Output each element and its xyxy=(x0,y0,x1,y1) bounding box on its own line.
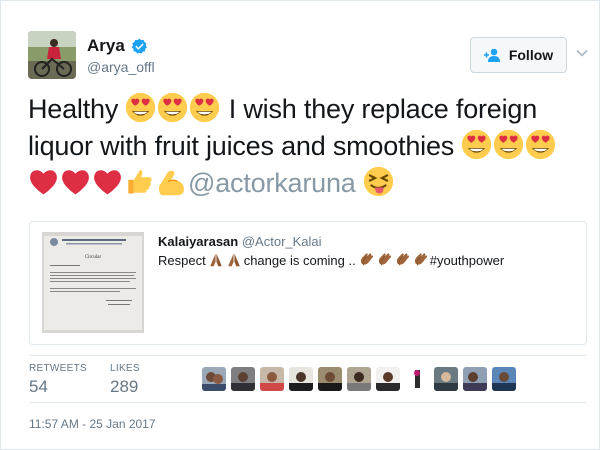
heart-eyes-emoji-icon xyxy=(157,92,188,123)
quoted-text-prefix: Respect xyxy=(158,252,206,268)
thumbs-up-emoji-icon xyxy=(124,166,155,197)
tweet-line2-text: liquor with fruit juices and smoothies xyxy=(28,131,455,161)
liker-avatar[interactable] xyxy=(260,367,284,391)
chevron-down-icon[interactable] xyxy=(576,47,588,59)
tweet-card: Arya @arya_offl Follow Healthy I wish th… xyxy=(0,0,600,450)
quoted-tweet-image[interactable]: Circular xyxy=(42,232,144,333)
liker-avatar[interactable] xyxy=(463,367,487,391)
liker-avatar[interactable] xyxy=(347,367,371,391)
tongue-wink-emoji-icon xyxy=(363,166,394,197)
liker-avatars xyxy=(202,367,516,391)
heart-eyes-emoji-icon xyxy=(461,129,492,160)
liker-avatar[interactable] xyxy=(289,367,313,391)
clapping-hands-emoji-icon xyxy=(412,252,428,268)
retweets-count: 54 xyxy=(29,377,48,396)
likes-stat[interactable]: LIKES 289 xyxy=(110,363,140,397)
folded-hands-emoji-icon xyxy=(226,252,242,268)
clapping-hands-emoji-icon xyxy=(394,252,410,268)
follow-button-label: Follow xyxy=(508,47,554,63)
tweet-word-healthy: Healthy xyxy=(28,94,119,124)
heart-eyes-emoji-icon xyxy=(525,129,556,160)
likes-label: LIKES xyxy=(110,363,140,374)
divider xyxy=(29,402,587,403)
liker-avatar[interactable] xyxy=(405,367,429,391)
flexed-biceps-emoji-icon xyxy=(156,166,187,197)
circular-heading: Circular xyxy=(85,255,102,260)
clapping-hands-emoji-icon xyxy=(376,252,392,268)
liker-avatar[interactable] xyxy=(318,367,342,391)
retweets-stat[interactable]: RETWEETS 54 xyxy=(29,363,87,397)
red-heart-emoji-icon xyxy=(92,166,123,197)
liker-avatar[interactable] xyxy=(376,367,400,391)
heart-eyes-emoji-icon xyxy=(125,92,156,123)
red-heart-emoji-icon xyxy=(28,166,59,197)
tweet-timestamp[interactable]: 11:57 AM - 25 Jan 2017 xyxy=(29,417,156,431)
likes-count: 289 xyxy=(110,377,139,396)
author-avatar[interactable] xyxy=(28,31,76,79)
quoted-author-handle[interactable]: @Actor_Kalai xyxy=(242,234,322,249)
mention-link[interactable]: @actorkaruna xyxy=(188,168,356,198)
tweet-line1-text: I wish they replace foreign xyxy=(228,94,538,124)
quoted-text-middle: change is coming .. xyxy=(243,252,356,268)
heart-eyes-emoji-icon xyxy=(493,129,524,160)
liker-avatar[interactable] xyxy=(434,367,458,391)
liker-avatar[interactable] xyxy=(492,367,516,391)
heart-eyes-emoji-icon xyxy=(189,92,220,123)
quoted-author-name[interactable]: Kalaiyarasan xyxy=(158,234,238,249)
quoted-tweet-text: Respect change is coming .. #youthpower xyxy=(158,252,504,268)
verified-badge-icon xyxy=(131,38,147,54)
quoted-tweet[interactable]: Circular Kalaiyarasan @Actor_Kalai Respe… xyxy=(29,221,587,345)
clapping-hands-emoji-icon xyxy=(358,252,374,268)
liker-avatar[interactable] xyxy=(231,367,255,391)
divider xyxy=(29,355,587,356)
retweets-label: RETWEETS xyxy=(29,363,87,374)
red-heart-emoji-icon xyxy=(60,166,91,197)
author-handle[interactable]: @arya_offl xyxy=(87,59,155,75)
liker-avatar[interactable] xyxy=(202,367,226,391)
folded-hands-emoji-icon xyxy=(208,252,224,268)
tweet-text: Healthy I wish they replace foreign liqu… xyxy=(28,91,588,202)
author-name[interactable]: Arya xyxy=(87,36,125,56)
add-user-icon xyxy=(483,48,500,62)
follow-button[interactable]: Follow xyxy=(470,37,567,73)
hashtag-link[interactable]: #youthpower xyxy=(430,253,504,268)
